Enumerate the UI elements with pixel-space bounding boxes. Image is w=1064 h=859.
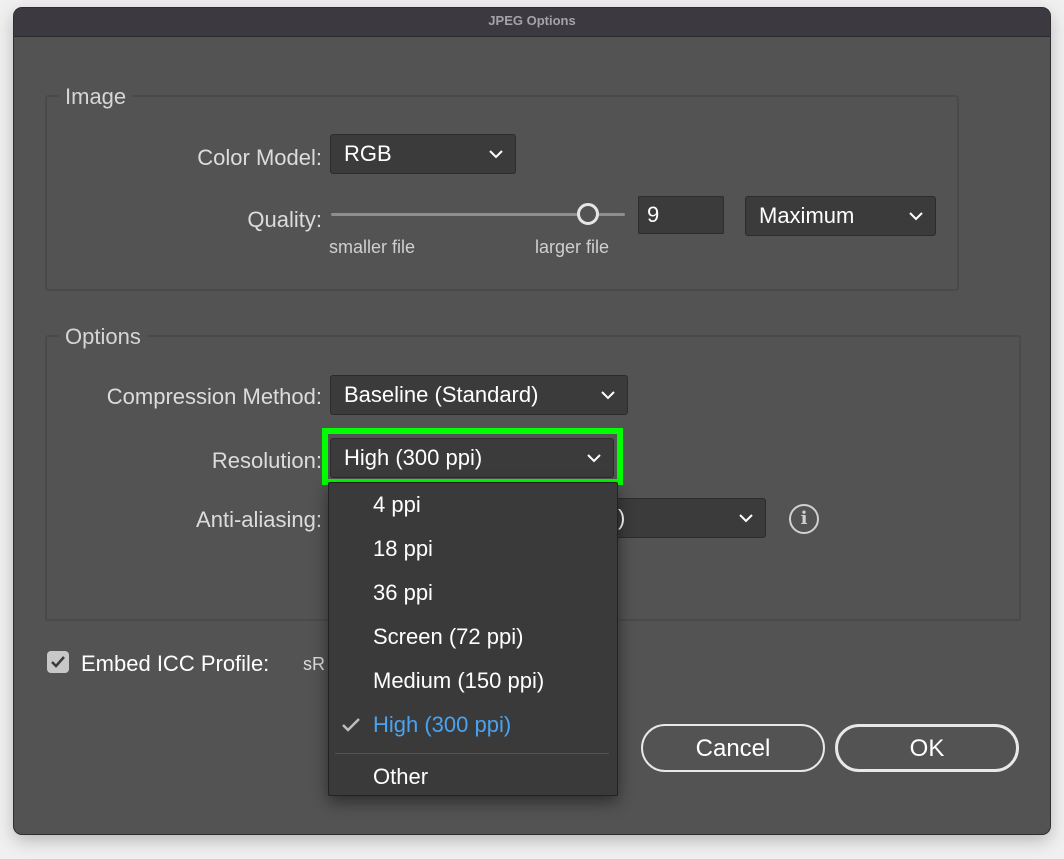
info-icon[interactable]: i — [789, 504, 819, 534]
embed-icc-profile-value: sR — [303, 654, 325, 674]
resolution-dropdown-menu: 4 ppi 18 ppi 36 ppi Screen (72 ppi) Medi… — [328, 482, 618, 796]
anti-aliasing-value: ) — [618, 505, 626, 530]
jpeg-options-dialog: JPEG Options Image Color Model: RGB Qual… — [14, 8, 1050, 834]
quality-slider-knob[interactable] — [577, 203, 599, 225]
checkmark-icon — [342, 718, 360, 732]
quality-preset-select[interactable]: Maximum — [745, 196, 936, 236]
slider-min-label: smaller file — [329, 237, 416, 257]
color-model-select[interactable]: RGB — [330, 134, 516, 174]
compression-method-value: Baseline (Standard) — [344, 382, 539, 407]
menu-item-4-ppi[interactable]: 4 ppi — [329, 483, 617, 527]
checkmark-icon — [51, 656, 65, 668]
image-group — [45, 95, 959, 291]
menu-item-other[interactable]: Other — [329, 759, 617, 795]
ok-button[interactable]: OK — [835, 724, 1019, 772]
chevron-down-icon — [909, 212, 923, 221]
color-model-value: RGB — [344, 141, 392, 166]
compression-method-label: Compression Method: — [106, 384, 322, 409]
slider-max-label: larger file — [535, 237, 610, 257]
quality-preset-value: Maximum — [759, 203, 855, 228]
quality-number-input[interactable]: 9 — [638, 196, 724, 234]
chevron-down-icon — [601, 391, 615, 400]
image-group-title: Image — [59, 84, 133, 110]
menu-item-18-ppi[interactable]: 18 ppi — [329, 527, 617, 571]
cancel-button[interactable]: Cancel — [641, 724, 825, 772]
menu-separator — [335, 753, 609, 754]
embed-icc-label: Embed ICC Profile: — [81, 651, 270, 676]
chevron-down-icon — [489, 150, 503, 159]
options-group-title: Options — [59, 324, 147, 350]
menu-item-high-300-ppi[interactable]: High (300 ppi) — [329, 703, 617, 747]
menu-item-screen-72-ppi[interactable]: Screen (72 ppi) — [329, 615, 617, 659]
embed-icc-checkbox[interactable] — [47, 651, 69, 673]
anti-aliasing-label: Anti-aliasing: — [196, 507, 322, 532]
quality-label: Quality: — [247, 207, 322, 232]
resolution-highlight-box — [322, 428, 623, 485]
compression-method-select[interactable]: Baseline (Standard) — [330, 375, 628, 415]
window-title: JPEG Options — [14, 8, 1050, 37]
resolution-label: Resolution: — [211, 448, 322, 473]
color-model-label: Color Model: — [197, 145, 322, 170]
menu-item-36-ppi[interactable]: 36 ppi — [329, 571, 617, 615]
menu-item-medium-150-ppi[interactable]: Medium (150 ppi) — [329, 659, 617, 703]
chevron-down-icon — [739, 514, 753, 523]
